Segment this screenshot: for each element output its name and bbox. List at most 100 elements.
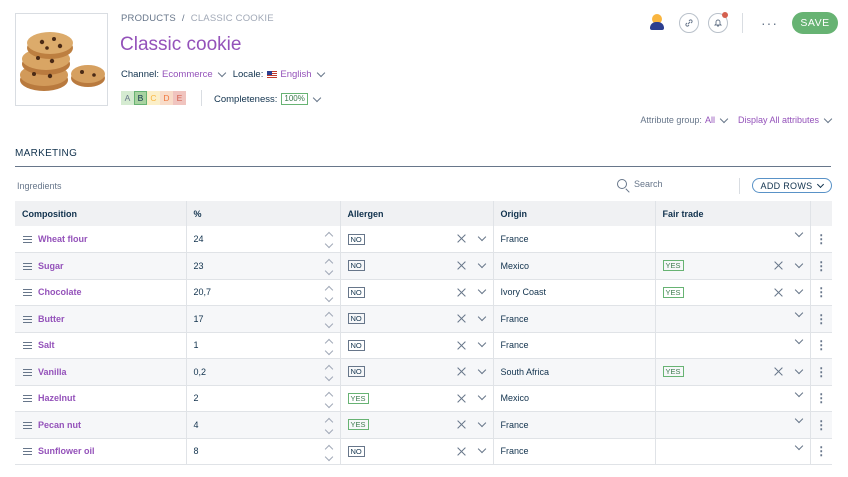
chevron-down-icon[interactable] xyxy=(794,228,803,238)
clear-icon[interactable] xyxy=(457,288,466,297)
chevron-down-icon[interactable] xyxy=(312,93,322,102)
percent-value[interactable]: 4 xyxy=(194,420,199,430)
fair-trade-cell[interactable] xyxy=(655,411,811,439)
number-stepper[interactable] xyxy=(324,257,334,276)
chevron-down-icon[interactable] xyxy=(477,312,486,321)
fair-trade-cell[interactable] xyxy=(655,438,811,465)
origin-cell[interactable]: France xyxy=(493,305,656,333)
row-menu-icon[interactable]: ⋮ xyxy=(810,305,832,333)
allergen-cell[interactable]: NO xyxy=(340,226,494,253)
row-menu-icon[interactable]: ⋮ xyxy=(810,385,832,412)
fair-trade-cell[interactable] xyxy=(655,385,811,412)
origin-value[interactable]: France xyxy=(501,314,529,324)
clear-icon[interactable] xyxy=(457,447,466,456)
display-attributes-selector[interactable]: Display All attributes xyxy=(738,115,819,125)
percent-cell[interactable]: 1 xyxy=(186,332,341,359)
stepper-down-icon[interactable] xyxy=(324,239,333,249)
percent-cell[interactable]: 4 xyxy=(186,411,341,439)
clear-icon[interactable] xyxy=(457,367,466,376)
chevron-down-icon[interactable] xyxy=(719,114,729,123)
fair-trade-cell[interactable] xyxy=(655,226,811,253)
fair-trade-cell[interactable] xyxy=(655,332,811,359)
breadcrumb-products[interactable]: PRODUCTS xyxy=(121,13,176,24)
row-menu-icon[interactable]: ⋮ xyxy=(810,252,832,280)
clear-icon[interactable] xyxy=(457,341,466,350)
allergen-cell[interactable]: NO xyxy=(340,279,494,306)
percent-value[interactable]: 8 xyxy=(194,446,199,456)
table-row[interactable]: Chocolate 20,7 NO Ivory Coast YES ⋮ xyxy=(15,279,832,306)
drag-handle-icon[interactable] xyxy=(23,289,32,297)
drag-handle-icon[interactable] xyxy=(23,236,32,244)
drag-handle-icon[interactable] xyxy=(23,262,32,270)
stepper-down-icon[interactable] xyxy=(324,266,333,276)
drag-handle-icon[interactable] xyxy=(23,421,32,429)
ingredient-name[interactable]: Chocolate xyxy=(38,287,82,297)
percent-cell[interactable]: 17 xyxy=(186,305,341,333)
stepper-down-icon[interactable] xyxy=(324,399,333,408)
percent-cell[interactable]: 0,2 xyxy=(186,358,341,386)
clear-icon[interactable] xyxy=(457,420,466,429)
number-stepper[interactable] xyxy=(324,363,334,382)
stepper-down-icon[interactable] xyxy=(324,293,333,302)
chevron-down-icon[interactable] xyxy=(477,444,486,454)
row-menu-icon[interactable]: ⋮ xyxy=(810,358,832,386)
save-button[interactable]: SAVE xyxy=(792,12,838,34)
locale-selector[interactable]: English xyxy=(280,69,311,80)
ingredient-name[interactable]: Wheat flour xyxy=(38,234,88,244)
clear-icon[interactable] xyxy=(774,261,783,270)
fair-trade-cell[interactable] xyxy=(655,305,811,333)
number-stepper[interactable] xyxy=(324,443,334,461)
origin-cell[interactable]: France xyxy=(493,226,656,253)
ingredient-name[interactable]: Sunflower oil xyxy=(38,446,95,456)
chevron-down-icon[interactable] xyxy=(794,285,803,295)
origin-cell[interactable]: France xyxy=(493,411,656,439)
chevron-down-icon[interactable] xyxy=(794,365,803,374)
link-icon[interactable] xyxy=(679,13,699,33)
table-row[interactable]: Wheat flour 24 NO France ⋮ xyxy=(15,226,832,253)
table-row[interactable]: Butter 17 NO France ⋮ xyxy=(15,305,832,333)
allergen-cell[interactable]: NO xyxy=(340,358,494,386)
row-menu-icon[interactable]: ⋮ xyxy=(810,411,832,439)
chevron-down-icon[interactable] xyxy=(823,114,833,123)
composition-cell[interactable]: Vanilla xyxy=(15,358,187,386)
drag-handle-icon[interactable] xyxy=(23,342,32,350)
number-stepper[interactable] xyxy=(324,337,334,355)
clear-icon[interactable] xyxy=(457,394,466,403)
percent-value[interactable]: 0,2 xyxy=(194,367,207,377)
number-stepper[interactable] xyxy=(324,230,334,249)
chevron-down-icon[interactable] xyxy=(477,232,486,241)
clear-icon[interactable] xyxy=(457,234,466,243)
allergen-cell[interactable]: NO xyxy=(340,252,494,280)
origin-cell[interactable]: France xyxy=(493,438,656,465)
table-row[interactable]: Sunflower oil 8 NO France ⋮ xyxy=(15,438,832,465)
stepper-down-icon[interactable] xyxy=(324,319,333,329)
chevron-down-icon[interactable] xyxy=(217,68,226,78)
table-row[interactable]: Vanilla 0,2 NO South Africa YES ⋮ xyxy=(15,358,832,386)
origin-value[interactable]: France xyxy=(501,446,529,456)
composition-cell[interactable]: Pecan nut xyxy=(15,411,187,439)
origin-value[interactable]: Ivory Coast xyxy=(501,287,547,297)
chevron-down-icon[interactable] xyxy=(316,68,325,78)
composition-cell[interactable]: Wheat flour xyxy=(15,226,187,253)
stepper-down-icon[interactable] xyxy=(324,372,333,382)
chevron-down-icon[interactable] xyxy=(794,308,803,318)
table-row[interactable]: Salt 1 NO France ⋮ xyxy=(15,332,832,359)
composition-cell[interactable]: Chocolate xyxy=(15,279,187,306)
clear-icon[interactable] xyxy=(774,367,783,376)
chevron-down-icon[interactable] xyxy=(477,418,486,427)
ingredient-name[interactable]: Butter xyxy=(38,314,65,324)
add-rows-button[interactable]: ADD ROWS xyxy=(752,178,832,193)
notification-bell-icon[interactable] xyxy=(708,12,728,33)
table-row[interactable]: Hazelnut 2 YES Mexico ⋮ xyxy=(15,385,832,412)
chevron-down-icon[interactable] xyxy=(477,285,486,295)
origin-value[interactable]: France xyxy=(501,340,529,350)
percent-cell[interactable]: 20,7 xyxy=(186,279,341,306)
composition-cell[interactable]: Sunflower oil xyxy=(15,438,187,465)
chevron-down-icon[interactable] xyxy=(794,414,803,424)
table-row[interactable]: Sugar 23 NO Mexico YES ⋮ xyxy=(15,252,832,280)
origin-value[interactable]: France xyxy=(501,420,529,430)
row-menu-icon[interactable]: ⋮ xyxy=(810,226,832,253)
percent-value[interactable]: 17 xyxy=(194,314,204,324)
ingredient-name[interactable]: Salt xyxy=(38,340,55,350)
percent-value[interactable]: 2 xyxy=(194,393,199,403)
